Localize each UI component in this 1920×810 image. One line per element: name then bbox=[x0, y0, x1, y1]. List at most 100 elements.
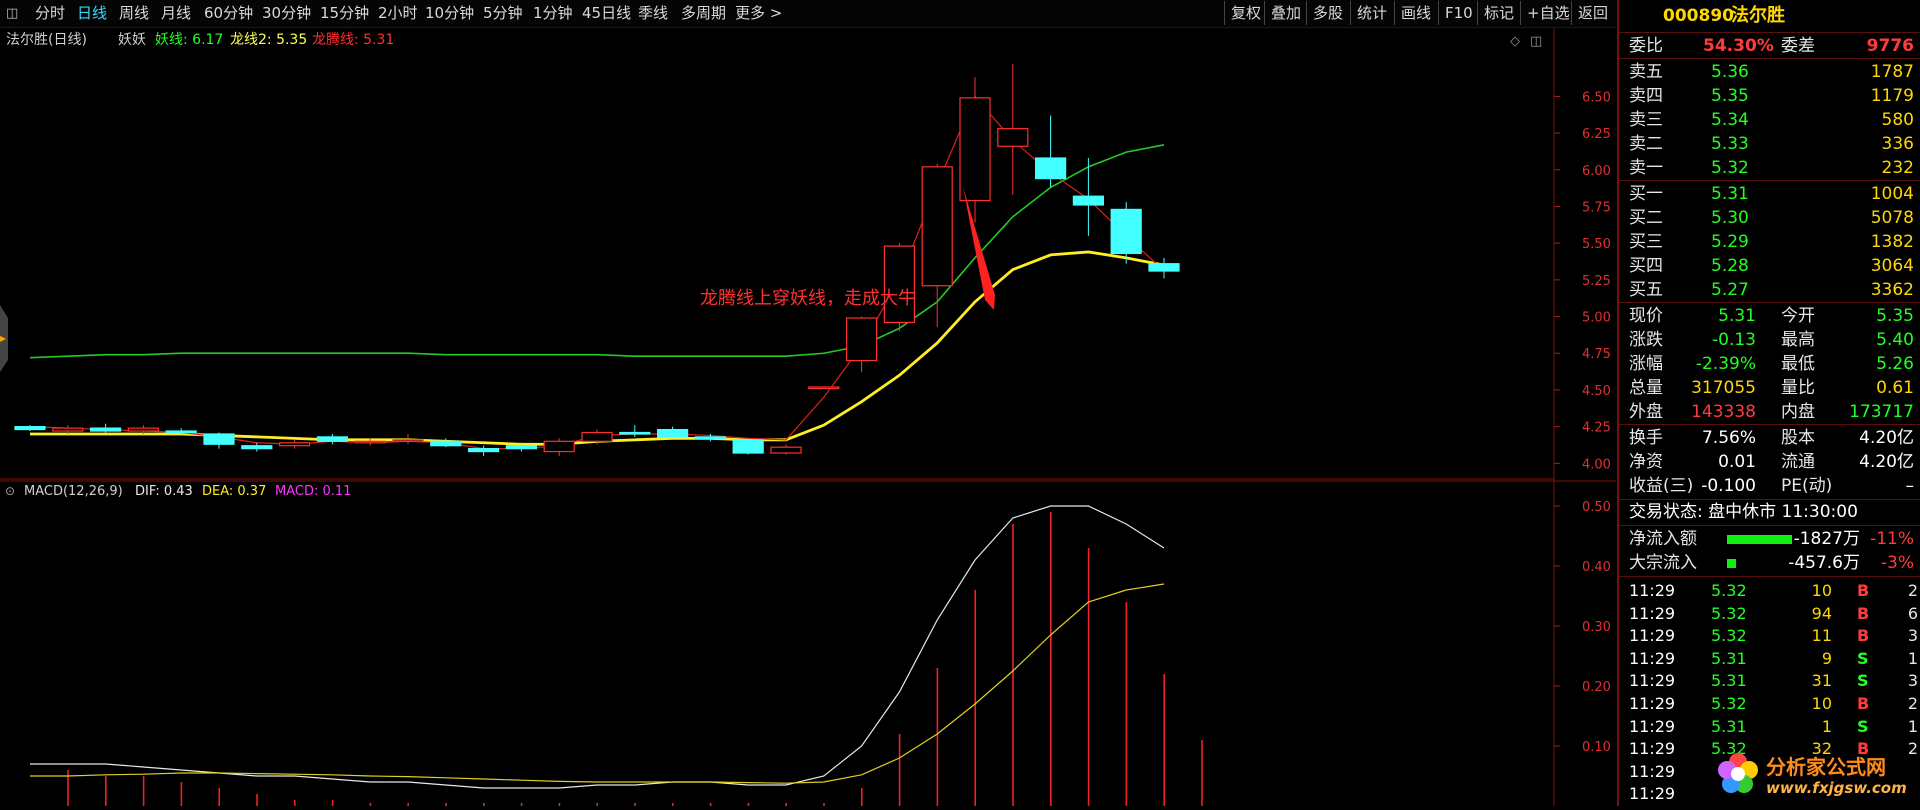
trade-time: 11:29 bbox=[1629, 626, 1676, 646]
action-add-watch[interactable]: +自选 bbox=[1520, 1, 1576, 25]
candle-body bbox=[845, 317, 878, 362]
fund-value: 0.01 bbox=[1718, 452, 1756, 472]
candle bbox=[203, 432, 235, 449]
fund-label: PE(动) bbox=[1781, 476, 1833, 496]
bid-volume: 1004 bbox=[1870, 184, 1914, 204]
trade-row: 11:29 5.31 9 S 1 bbox=[1619, 648, 1920, 670]
price-tick-label: 5.25 bbox=[1582, 274, 1611, 289]
chart-area[interactable]: 法尔胜(日线) 妖妖 妖线: 6.17 龙线2: 5.35 龙腾线: 5.31 … bbox=[0, 28, 1616, 806]
quote-value: 0.61 bbox=[1876, 378, 1914, 398]
macd-tick-label: 0.50 bbox=[1582, 500, 1611, 515]
panel-toggle-icon[interactable]: ◫ bbox=[1530, 34, 1542, 49]
bid-label: 买二 bbox=[1629, 208, 1663, 228]
period-more[interactable]: 更多 > bbox=[735, 0, 782, 27]
diamond-icon[interactable]: ◇ bbox=[1510, 34, 1520, 49]
watermark-url: www.fxjgsw.com bbox=[1766, 779, 1907, 797]
action-mark[interactable]: 标记 bbox=[1477, 1, 1520, 25]
trade-price: 5.32 bbox=[1711, 603, 1747, 623]
toolbar-menu-icon[interactable]: ◫ bbox=[6, 0, 18, 27]
trade-time: 11:29 bbox=[1629, 761, 1676, 781]
ask-volume: 1787 bbox=[1870, 62, 1914, 82]
quote-value: 173717 bbox=[1849, 402, 1914, 422]
trade-time: 11:29 bbox=[1629, 716, 1676, 736]
action-fuquan[interactable]: 复权 bbox=[1224, 1, 1267, 25]
divider bbox=[1619, 576, 1920, 577]
candle-body bbox=[52, 427, 84, 432]
fund-value: 7.56% bbox=[1701, 428, 1756, 448]
quote-label: 总量 bbox=[1629, 378, 1663, 398]
period-45day[interactable]: 45日线 bbox=[582, 0, 631, 27]
action-back[interactable]: 返回 bbox=[1571, 1, 1614, 25]
price-tick-label: 6.25 bbox=[1582, 127, 1611, 142]
action-multistock[interactable]: 多股 bbox=[1306, 1, 1349, 25]
candle bbox=[1110, 202, 1142, 264]
trade-side: S bbox=[1857, 671, 1869, 691]
bid-price: 5.28 bbox=[1711, 256, 1749, 276]
action-draw[interactable]: 画线 bbox=[1394, 1, 1437, 25]
period-30min[interactable]: 30分钟 bbox=[262, 0, 311, 27]
trade-time: 11:29 bbox=[1629, 739, 1676, 759]
quote-row: 涨跌 -0.13 最高 5.40 bbox=[1619, 328, 1920, 352]
candle-body bbox=[354, 440, 386, 444]
ask-row: 卖三 5.34 580 bbox=[1619, 108, 1920, 132]
period-5min[interactable]: 5分钟 bbox=[483, 0, 523, 27]
candle-body bbox=[468, 448, 500, 453]
period-intraday[interactable]: 分时 bbox=[35, 0, 65, 27]
candle-body bbox=[279, 442, 311, 447]
period-monthly[interactable]: 月线 bbox=[161, 0, 191, 27]
candle-body bbox=[921, 166, 953, 287]
trade-count: 2 bbox=[1907, 581, 1918, 600]
left-arrow-icon[interactable]: ▸ bbox=[0, 331, 6, 345]
bid-row: 买一 5.31 1004 bbox=[1619, 182, 1920, 206]
period-10min[interactable]: 10分钟 bbox=[425, 0, 474, 27]
period-toolbar: ◫ 分时 日线 周线 月线 60分钟 30分钟 15分钟 2小时 10分钟 5分… bbox=[0, 0, 1616, 28]
action-stats[interactable]: 统计 bbox=[1350, 1, 1393, 25]
trade-price: 5.31 bbox=[1711, 671, 1747, 691]
ask-volume: 232 bbox=[1881, 158, 1914, 178]
macd-collapse-icon[interactable]: ⊙ bbox=[5, 484, 15, 498]
price-axis: 6.50 6.25 6.00 5.75 5.50 5.25 5.00 4.75 4.50 4.25… bbox=[1554, 90, 1611, 472]
weicha-label: 委差 bbox=[1781, 36, 1815, 56]
trade-price: 5.32 bbox=[1711, 694, 1747, 713]
period-daily[interactable]: 日线 bbox=[77, 0, 107, 27]
long2-line-value: 龙线2: 5.35 bbox=[230, 32, 307, 48]
macd-axis: 0.50 0.40 0.30 0.20 0.10 bbox=[1554, 500, 1611, 755]
candle bbox=[770, 444, 802, 455]
ask-label: 卖五 bbox=[1629, 62, 1663, 82]
fund-row: 收益(三) -0.100 PE(动) – bbox=[1619, 474, 1920, 498]
quote-label: 外盘 bbox=[1629, 402, 1663, 422]
candle-body bbox=[127, 427, 159, 432]
macd-dif-line bbox=[30, 505, 1165, 789]
ask-label: 卖四 bbox=[1629, 86, 1663, 106]
flow-value: -1827万 bbox=[1793, 529, 1860, 549]
period-multi[interactable]: 多周期 bbox=[681, 0, 726, 27]
flow-value: -457.6万 bbox=[1788, 553, 1860, 573]
candle-body bbox=[959, 97, 991, 202]
period-weekly[interactable]: 周线 bbox=[119, 0, 149, 27]
quote-label: 涨跌 bbox=[1629, 330, 1663, 350]
period-1min[interactable]: 1分钟 bbox=[533, 0, 573, 27]
trade-volume: 11 bbox=[1811, 626, 1832, 646]
macd-histogram bbox=[67, 512, 1203, 806]
period-15min[interactable]: 15分钟 bbox=[320, 0, 369, 27]
trade-volume: 31 bbox=[1811, 671, 1832, 691]
longteng-line bbox=[29, 95, 1165, 450]
price-tick-label: 4.25 bbox=[1582, 421, 1611, 436]
period-60min[interactable]: 60分钟 bbox=[204, 0, 253, 27]
candle bbox=[959, 77, 991, 223]
candle bbox=[89, 423, 122, 433]
trade-side: S bbox=[1857, 716, 1869, 736]
bid-label: 买三 bbox=[1629, 232, 1663, 252]
action-overlay[interactable]: 叠加 bbox=[1264, 1, 1307, 25]
indicator-name: 妖妖 bbox=[118, 32, 146, 48]
action-f10[interactable]: F10 bbox=[1438, 1, 1479, 25]
quote-value: 5.40 bbox=[1876, 330, 1914, 350]
period-2hour[interactable]: 2小时 bbox=[378, 0, 418, 27]
period-quarterly[interactable]: 季线 bbox=[638, 0, 668, 27]
candle-body bbox=[997, 128, 1029, 147]
candle-body bbox=[1110, 208, 1142, 255]
trade-volume: 9 bbox=[1821, 648, 1832, 668]
quote-label: 内盘 bbox=[1781, 402, 1815, 422]
kline-chart[interactable]: 法尔胜(日线) 妖妖 妖线: 6.17 龙线2: 5.35 龙腾线: 5.31 … bbox=[0, 28, 1616, 806]
ask-volume: 580 bbox=[1881, 110, 1914, 130]
